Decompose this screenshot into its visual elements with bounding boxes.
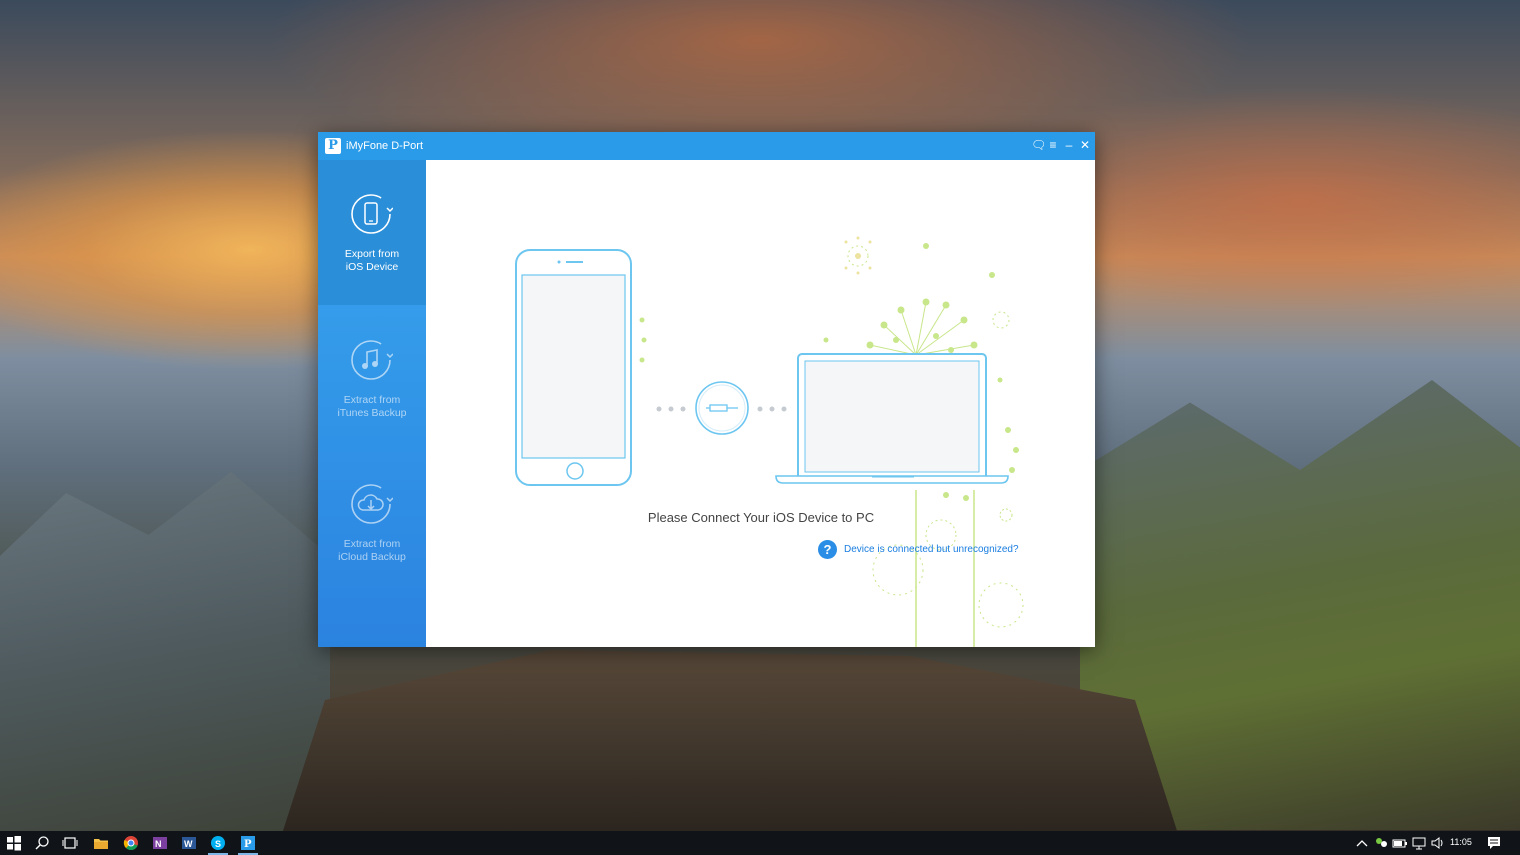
chevron-up-icon[interactable]	[1354, 835, 1370, 851]
sparkle-decoration	[844, 236, 872, 275]
onenote-icon[interactable]: N	[152, 835, 168, 851]
sidebar-item-label: iTunes Backup	[337, 407, 407, 419]
close-button[interactable]: ✕	[1078, 137, 1092, 153]
connect-device-message: Please Connect Your iOS Device to PC	[647, 510, 875, 525]
laptop-illustration	[775, 353, 1009, 484]
sidebar: Export from iOS Device Extract from iTun…	[318, 160, 426, 647]
network-people-icon[interactable]	[1373, 835, 1389, 851]
wifi-icon[interactable]	[1411, 835, 1427, 851]
main-content: Please Connect Your iOS Device to PC ? D…	[426, 160, 1095, 647]
skype-icon[interactable]: S	[210, 835, 226, 851]
sidebar-item-icloud-backup[interactable]: Extract from iCloud Backup	[318, 450, 426, 595]
feedback-icon[interactable]: 🗨	[1031, 137, 1046, 153]
music-note-icon	[351, 340, 393, 380]
svg-text:S: S	[215, 839, 221, 849]
dport-icon[interactable]: P	[240, 835, 256, 851]
sidebar-item-export-ios-device[interactable]: Export from iOS Device	[318, 160, 426, 305]
start-icon[interactable]	[6, 835, 22, 851]
sidebar-item-label: Export from	[344, 248, 400, 260]
svg-text:P: P	[244, 839, 252, 850]
file-explorer-icon[interactable]	[93, 835, 109, 851]
connect-illustration	[515, 236, 1024, 647]
sidebar-item-label: iOS Device	[345, 261, 399, 273]
word-icon[interactable]: W	[181, 835, 197, 851]
minimize-button[interactable]: –	[1062, 137, 1076, 153]
battery-icon[interactable]	[1392, 835, 1408, 851]
svg-text:W: W	[184, 839, 193, 849]
app-window: P iMyFone D-Port 🗨 ≡ – ✕ Export from iOS…	[318, 132, 1095, 647]
taskbar: N W S P 11:05	[0, 831, 1520, 855]
question-icon: ?	[818, 540, 837, 559]
help-link-text[interactable]: Device is connected but unrecognized?	[844, 544, 1019, 555]
task-view-icon[interactable]	[62, 835, 78, 851]
action-center-icon[interactable]	[1486, 835, 1502, 851]
app-logo: P	[325, 138, 341, 154]
title-bar[interactable]: P iMyFone D-Port 🗨 ≡ – ✕	[318, 132, 1095, 160]
svg-text:N: N	[155, 839, 162, 849]
sidebar-item-label: iCloud Backup	[338, 551, 406, 563]
phone-sync-icon	[351, 194, 393, 234]
cloud-download-icon	[351, 484, 393, 524]
sidebar-item-label: Extract from	[343, 538, 401, 550]
iphone-illustration	[515, 249, 632, 486]
taskbar-clock[interactable]: 11:05	[1450, 837, 1472, 847]
sidebar-item-itunes-backup[interactable]: Extract from iTunes Backup	[318, 306, 426, 451]
wallpaper-mountain-left	[0, 472, 330, 850]
chrome-icon[interactable]	[123, 835, 139, 851]
window-title: iMyFone D-Port	[346, 140, 424, 152]
cable-icon	[695, 381, 749, 435]
volume-icon[interactable]	[1430, 835, 1446, 851]
menu-icon[interactable]: ≡	[1046, 137, 1060, 153]
search-icon[interactable]	[34, 835, 50, 851]
sidebar-item-label: Extract from	[343, 394, 401, 406]
wallpaper-cliff	[280, 650, 1180, 840]
